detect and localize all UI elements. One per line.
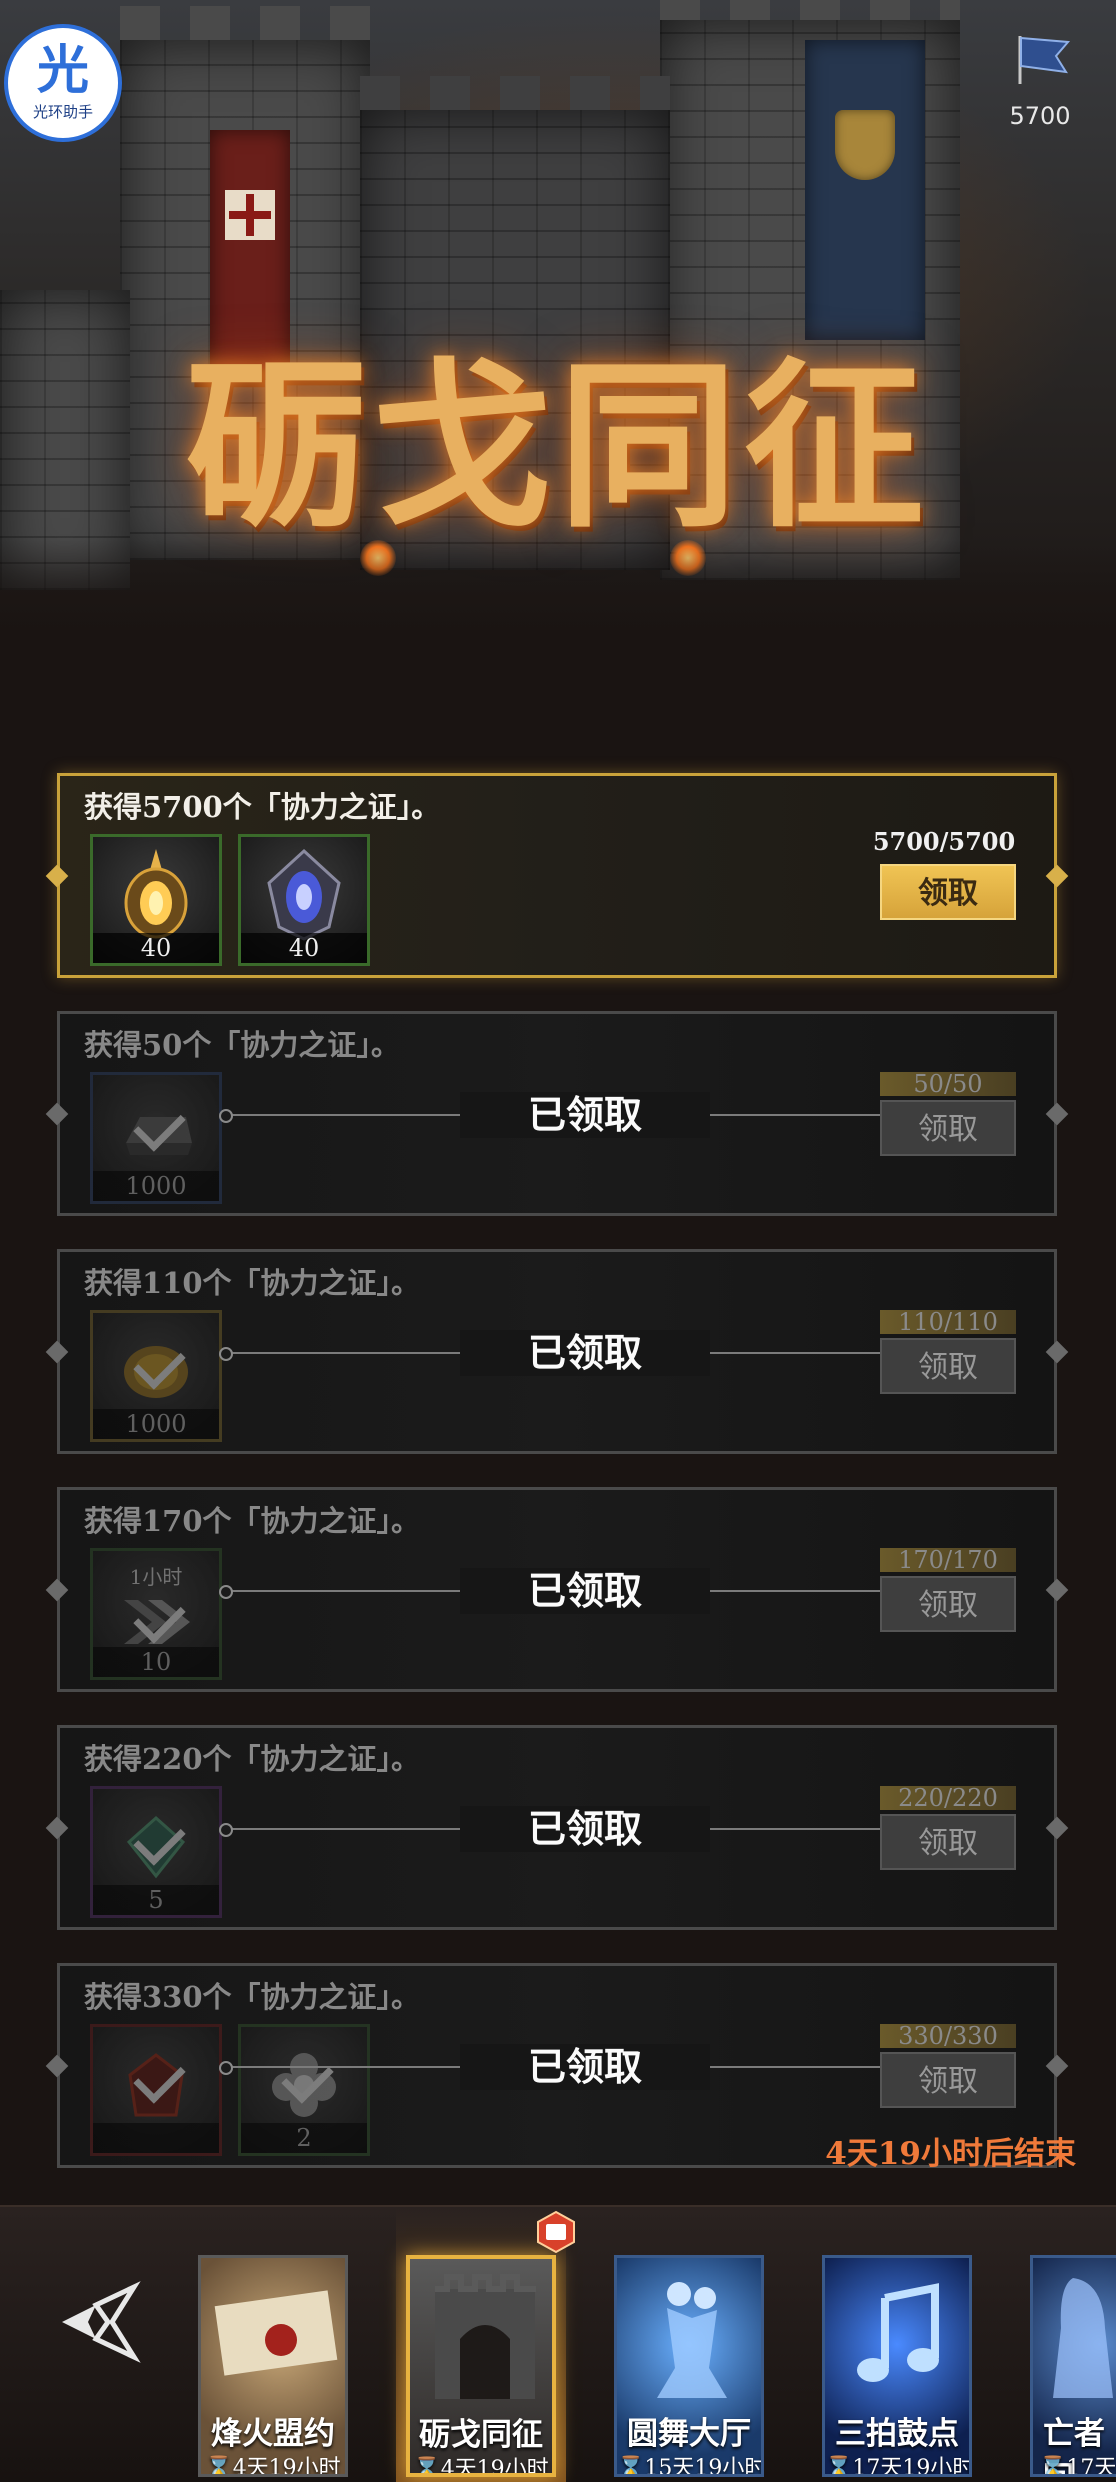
mission-title: 获得330个「协力之证」。 [84, 1980, 421, 2014]
mission-card: 获得5700个「协力之证」。 40 40 5700/5700 领取 [45, 773, 1069, 978]
tab-timer: ⌛17天 [1039, 2456, 1116, 2477]
reward-qty: 1000 [93, 1409, 219, 1439]
ghost-figure-icon [1053, 2278, 1113, 2398]
lion-banner [805, 40, 925, 340]
tab-timer: ⌛15天19小时 [617, 2456, 764, 2477]
golden-emblem-icon [124, 848, 188, 939]
flag-count: 5700 [1009, 102, 1071, 130]
reward-item[interactable]: 1000 [90, 1310, 222, 1442]
reward-qty: 5 [93, 1885, 219, 1915]
tab-label: 圆舞大厅 [627, 2416, 751, 2452]
reward-item[interactable]: 1小时 10 [90, 1548, 222, 1680]
mission-progress: 50/50 [880, 1072, 1016, 1096]
mission-progress: 220/220 [880, 1786, 1016, 1810]
reward-item[interactable]: 40 [90, 834, 222, 966]
lion-crest-icon [835, 110, 895, 180]
dancing-couple-icon [657, 2282, 727, 2398]
claimed-status: 已领取 [460, 1092, 710, 1138]
claim-button[interactable]: 领取 [880, 1576, 1016, 1632]
mission-title: 获得170个「协力之证」。 [84, 1504, 421, 1538]
flag-icon [1018, 36, 1071, 84]
hero-banner: 砺戈同征 [0, 0, 1116, 640]
mission-progress: 5700/5700 [872, 827, 1016, 856]
duration-tag: 1小时 [129, 1565, 183, 1589]
claimed-status: 已领取 [460, 1568, 710, 1614]
mission-progress: 330/330 [880, 2024, 1016, 2048]
claim-button[interactable]: 领取 [880, 2052, 1016, 2108]
reward-qty: 1000 [93, 1171, 219, 1201]
mission-title: 获得50个「协力之证」。 [84, 1028, 400, 1062]
mission-card: 获得110个「协力之证」。 1000 已领取 110/110 领取 [45, 1249, 1069, 1454]
tab-label: 烽火盟约 [211, 2416, 335, 2452]
reward-item[interactable] [90, 2024, 222, 2156]
claimed-status: 已领取 [460, 2044, 710, 2090]
tab-label: 三拍鼓点 [835, 2416, 959, 2452]
tab-undead[interactable]: 亡者回 ⌛17天 [1030, 2255, 1116, 2477]
cross-emblem-icon [225, 190, 275, 240]
reward-qty [93, 2123, 219, 2153]
tab-timer: ⌛4天19小时 [205, 2456, 341, 2477]
new-badge-icon [537, 2210, 575, 2254]
brand-glyph: 光 [36, 40, 89, 101]
mission-title: 获得5700个「协力之证」。 [84, 790, 441, 824]
claim-button[interactable]: 领取 [880, 1338, 1016, 1394]
mission-progress: 170/170 [880, 1548, 1016, 1572]
blue-crystal-emblem-icon [267, 848, 341, 941]
reward-item[interactable]: 1000 [90, 1072, 222, 1204]
reward-qty: 2 [241, 2123, 367, 2153]
castle-gate-icon [435, 2274, 536, 2399]
event-title: 砺戈同征 [185, 341, 930, 552]
reward-qty: 10 [93, 1647, 219, 1677]
tab-ballroom[interactable]: 圆舞大厅 ⌛15天19小时 [614, 2255, 764, 2477]
claimed-status: 已领取 [460, 1806, 710, 1852]
tab-label: 砺戈同征 [419, 2417, 543, 2453]
brand-text: 光环助手 [32, 102, 93, 121]
mission-progress: 110/110 [880, 1310, 1016, 1334]
reward-item[interactable]: 2 [238, 2024, 370, 2156]
mission-card: 获得220个「协力之证」。 5 已领取 220/220 领取 [45, 1725, 1069, 1930]
mission-title: 获得220个「协力之证」。 [84, 1742, 421, 1776]
reward-item[interactable]: 40 [238, 834, 370, 966]
sealed-letter-icon [214, 2290, 338, 2376]
mission-title: 获得110个「协力之证」。 [84, 1266, 421, 1300]
claim-button[interactable]: 领取 [880, 1100, 1016, 1156]
back-arrow-icon[interactable] [56, 2277, 146, 2367]
guanghuan-assistant-badge[interactable]: 光 光环助手 [4, 24, 122, 142]
mission-card: 获得50个「协力之证」。 1000 已领取 50/50 领取 [45, 1011, 1069, 1216]
reward-item[interactable]: 5 [90, 1786, 222, 1918]
tab-whetstone-expedition[interactable]: 砺戈同征 ⌛4天19小时 [406, 2255, 556, 2477]
claim-button[interactable]: 领取 [880, 1814, 1016, 1870]
claimed-status: 已领取 [460, 1330, 710, 1376]
tab-beacon-pact[interactable]: 烽火盟约 ⌛4天19小时 [198, 2255, 348, 2477]
reward-qty: 40 [241, 933, 367, 963]
reward-qty: 40 [93, 933, 219, 963]
claim-button[interactable]: 领取 [880, 864, 1016, 920]
tab-timer: ⌛17天19小时 [825, 2456, 972, 2477]
tab-triple-drumbeat[interactable]: 三拍鼓点 ⌛17天19小时 [822, 2255, 972, 2477]
event-end-countdown: 4天19小时后结束 [825, 2136, 1076, 2172]
music-note-icon [857, 2283, 939, 2382]
tab-timer: ⌛4天19小时 [413, 2457, 549, 2477]
mission-card: 获得170个「协力之证」。 1小时 10 已领取 170/170 领取 [45, 1487, 1069, 1692]
